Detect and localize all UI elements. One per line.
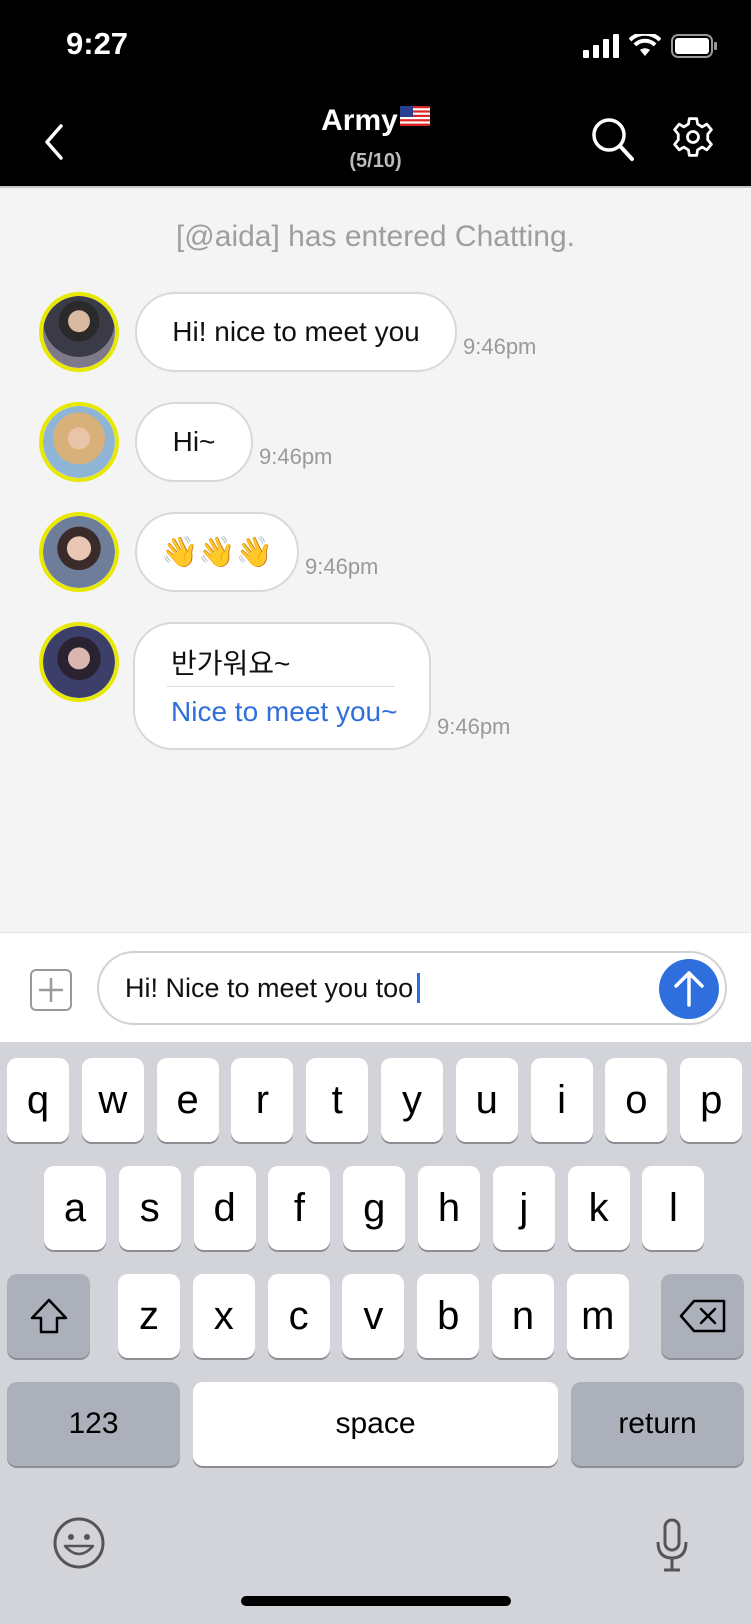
message-input[interactable]: Hi! Nice to meet you too [97,951,727,1025]
key-v[interactable]: v [342,1274,405,1358]
arrow-up-icon [674,971,704,1007]
key-p[interactable]: p [680,1058,743,1142]
send-button[interactable] [659,959,719,1019]
key-k[interactable]: k [567,1166,630,1250]
key-q[interactable]: q [7,1058,69,1142]
avatar[interactable] [39,292,119,372]
space-key[interactable]: space [193,1382,558,1466]
settings-button[interactable] [670,112,716,162]
message-text: Hi~ [172,426,216,457]
translated-text: Nice to meet you~ [171,696,398,727]
wifi-icon [629,34,661,56]
message-row: 반가워요~ Nice to meet you~ 9:46pm [0,622,751,750]
key-w[interactable]: w [81,1058,144,1142]
search-icon [592,118,634,161]
emoji-button[interactable] [52,1516,106,1570]
avatar[interactable] [39,402,119,482]
translated-message-bubble[interactable]: 반가워요~ Nice to meet you~ [133,622,431,750]
avatar-user-3 [43,516,115,588]
numbers-key[interactable]: 123 [7,1382,180,1466]
chat-area[interactable]: [@aida] has entered Chatting. Hi! nice t… [0,188,751,932]
backspace-icon [679,1299,725,1333]
us-flag-icon [399,106,430,126]
emoji-icon [53,1517,105,1569]
message-time: 9:46pm [437,714,511,739]
shift-key[interactable] [7,1274,90,1358]
key-l[interactable]: l [642,1166,705,1250]
key-n[interactable]: n [492,1274,554,1358]
avatar-user-2 [43,406,115,478]
original-text: 반가워요~ [171,648,291,679]
chat-header: Army (5/10) [0,96,751,188]
key-i[interactable]: i [530,1058,593,1142]
message-text: Hi! nice to meet you [172,316,420,347]
key-x[interactable]: x [192,1274,255,1358]
message-input-value: Hi! Nice to meet you too [125,973,414,1003]
key-y[interactable]: y [381,1058,443,1142]
message-input-text: Hi! Nice to meet you too [125,973,421,1004]
chat-title: Army [0,104,751,138]
key-u[interactable]: u [455,1058,518,1142]
key-r[interactable]: r [231,1058,294,1142]
key-j[interactable]: j [492,1166,555,1250]
search-button[interactable] [590,114,636,164]
message-row: Hi~ 9:46pm [0,402,751,482]
attach-button[interactable] [30,969,72,1011]
status-bar: 9:27 [0,0,751,96]
message-bubble[interactable]: Hi~ [135,402,253,482]
key-h[interactable]: h [418,1166,480,1250]
key-g[interactable]: g [343,1166,406,1250]
shift-icon [30,1298,67,1334]
return-key[interactable]: return [571,1382,744,1466]
key-b[interactable]: b [417,1274,480,1358]
message-text: 👋👋👋 [160,535,274,569]
keyboard: qwertyuiop asdfghjkl zxcvbnm 123 space r… [0,1042,751,1624]
message-row: 👋👋👋 9:46pm [0,512,751,592]
delete-key[interactable] [661,1274,744,1358]
message-bubble[interactable]: Hi! nice to meet you [135,292,457,372]
message-row: Hi! nice to meet you 9:46pm [0,292,751,372]
key-d[interactable]: d [193,1166,256,1250]
dictation-button[interactable] [654,1518,690,1574]
status-icons [583,32,719,60]
avatar-user-4 [43,626,115,698]
system-message: [@aida] has entered Chatting. [175,220,576,253]
key-s[interactable]: s [118,1166,181,1250]
text-caret [417,973,421,1003]
avatar-user-1 [43,296,115,368]
message-time: 9:46pm [259,444,333,469]
translation-divider [167,686,395,687]
avatar[interactable] [39,622,119,702]
chat-title-text: Army [321,104,398,137]
key-a[interactable]: a [44,1166,106,1250]
key-z[interactable]: z [118,1274,180,1358]
battery-icon [671,34,717,58]
status-time: 9:27 [66,26,129,61]
key-e[interactable]: e [156,1058,219,1142]
microphone-icon [656,1518,688,1572]
message-time: 9:46pm [305,554,379,579]
key-c[interactable]: c [267,1274,330,1358]
signal-icon [583,34,619,58]
message-input-bar: Hi! Nice to meet you too [0,932,751,1042]
avatar[interactable] [39,512,119,592]
gear-icon [673,117,713,157]
key-t[interactable]: t [306,1058,369,1142]
plus-icon [39,978,63,1002]
key-f[interactable]: f [268,1166,331,1250]
message-bubble[interactable]: 👋👋👋 [135,512,299,592]
key-o[interactable]: o [605,1058,668,1142]
message-time: 9:46pm [463,334,537,359]
home-indicator [241,1596,511,1606]
member-count: (5/10) [349,150,402,172]
key-m[interactable]: m [566,1274,629,1358]
